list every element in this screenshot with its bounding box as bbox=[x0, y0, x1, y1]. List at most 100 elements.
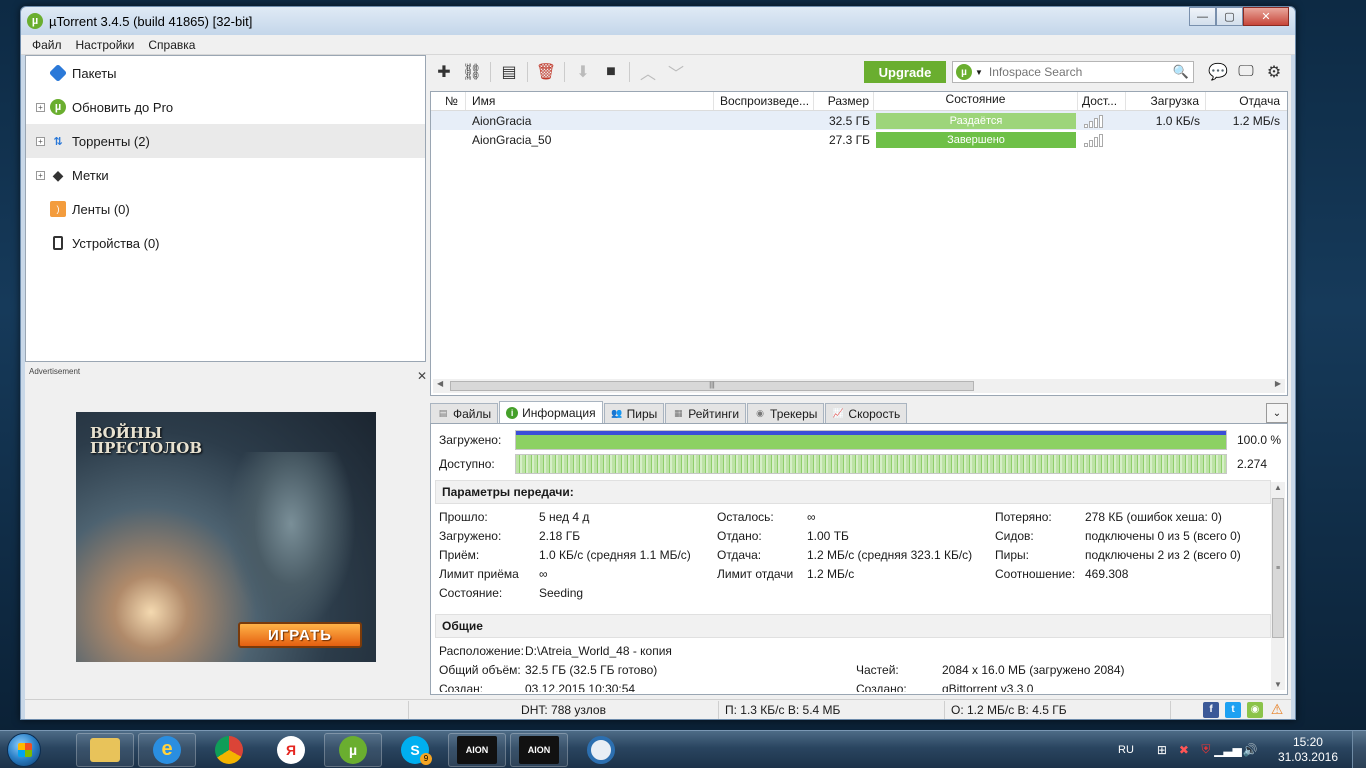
warning-icon[interactable]: ⚠ bbox=[1269, 701, 1285, 718]
horizontal-scrollbar[interactable]: ◀ ||| ▶ bbox=[433, 379, 1285, 393]
language-indicator[interactable]: RU bbox=[1118, 744, 1134, 756]
search-input[interactable] bbox=[988, 65, 1169, 79]
column-header-playback[interactable]: Воспроизведе... bbox=[714, 92, 814, 110]
scrollbar-thumb[interactable]: ≡ bbox=[1272, 498, 1284, 638]
taskbar-aion-1[interactable]: AION bbox=[448, 732, 506, 767]
downloaded-progress-bar bbox=[515, 430, 1227, 450]
move-down-icon[interactable]: ﹀ bbox=[662, 59, 690, 85]
utorrent-icon: µ bbox=[50, 99, 66, 115]
chevron-down-icon[interactable]: ▼ bbox=[975, 68, 983, 77]
column-header-availability[interactable]: Дост... bbox=[1078, 92, 1126, 110]
upload-status[interactable]: О: 1.2 МБ/с В: 4.5 ГБ bbox=[945, 700, 1171, 719]
column-header-state[interactable]: Состояние bbox=[874, 92, 1078, 110]
security-icon[interactable]: ⛨ bbox=[1198, 742, 1214, 758]
download-status[interactable]: П: 1.3 КБ/с В: 5.4 МБ bbox=[719, 700, 945, 719]
table-row[interactable]: AionGracia 32.5 ГБ Раздаётся 1.0 КБ/s 1.… bbox=[431, 111, 1287, 130]
taskbar-utorrent[interactable]: µ bbox=[324, 732, 382, 767]
add-link-icon[interactable]: ⛓ bbox=[458, 59, 486, 85]
title-bar[interactable]: µ µTorrent 3.4.5 (build 41865) [32-bit] … bbox=[21, 7, 1295, 35]
signal-bars-icon bbox=[1084, 114, 1126, 128]
collapse-panel-button[interactable]: ⌄ bbox=[1266, 403, 1288, 423]
taskbar-explorer[interactable] bbox=[76, 732, 134, 767]
column-header-name[interactable]: Имя bbox=[466, 92, 714, 110]
chat-icon[interactable]: 💬 bbox=[1204, 59, 1232, 85]
sidebar-item-torrents[interactable]: + ⇅ Торренты (2) bbox=[26, 124, 425, 158]
tab-peers[interactable]: 👥 Пиры bbox=[603, 403, 665, 423]
gear-icon[interactable]: ⚙ bbox=[1260, 59, 1288, 85]
remove-torrent-icon[interactable]: 🗑 bbox=[532, 59, 560, 85]
scroll-down-icon[interactable]: ▼ bbox=[1274, 680, 1282, 689]
expand-icon[interactable]: + bbox=[36, 170, 45, 180]
search-provider-icon[interactable]: µ bbox=[956, 64, 972, 80]
windows-flag-icon[interactable]: ⊞ bbox=[1154, 742, 1170, 758]
transfer-param-label: Пиры: bbox=[995, 548, 1029, 562]
android-icon[interactable]: ◉ bbox=[1247, 701, 1263, 718]
tab-speed[interactable]: 📈 Скорость bbox=[825, 403, 908, 423]
downloaded-percent: 100.0 % bbox=[1237, 433, 1282, 447]
transfer-param-value: подключены 0 из 5 (всего 0) bbox=[1085, 529, 1241, 543]
vertical-scrollbar[interactable]: ▲ ≡ ▼ bbox=[1271, 482, 1285, 690]
start-button[interactable] bbox=[0, 731, 48, 768]
sidebar-item-label: Обновить до Pro bbox=[72, 99, 174, 115]
start-download-icon[interactable]: ⬇ bbox=[569, 59, 597, 85]
taskbar-chrome[interactable] bbox=[200, 733, 258, 767]
clock[interactable]: 15:20 31.03.2016 bbox=[1278, 735, 1338, 765]
sidebar-item-labels[interactable]: + ◆ Метки bbox=[26, 158, 425, 192]
taskbar-yandex[interactable]: Я bbox=[262, 733, 320, 767]
taskbar-ie[interactable]: e bbox=[138, 732, 196, 767]
add-torrent-button[interactable]: ✚ bbox=[430, 59, 458, 85]
column-header-size[interactable]: Размер bbox=[814, 92, 874, 110]
sidebar-item-feeds[interactable]: ) Ленты (0) bbox=[26, 192, 425, 226]
maximize-button[interactable]: ▢ bbox=[1216, 7, 1243, 26]
tab-trackers[interactable]: ◉ Трекеры bbox=[747, 403, 825, 423]
menu-settings[interactable]: Настройки bbox=[69, 38, 142, 52]
move-up-icon[interactable]: ︿ bbox=[634, 59, 662, 85]
volume-icon[interactable]: 🔊 bbox=[1242, 742, 1258, 758]
network-error-icon[interactable]: ✖ bbox=[1176, 742, 1192, 758]
close-button[interactable]: ✕ bbox=[1243, 7, 1289, 26]
minimize-button[interactable]: — bbox=[1189, 7, 1216, 26]
expand-icon[interactable]: + bbox=[36, 102, 45, 112]
expand-icon[interactable]: + bbox=[36, 136, 45, 146]
ad-play-button[interactable]: ИГРАТЬ bbox=[238, 622, 362, 648]
column-header-download[interactable]: Загрузка bbox=[1126, 92, 1206, 110]
transfer-param-value: 1.2 МБ/с bbox=[807, 567, 855, 581]
tab-files[interactable]: ▤ Файлы bbox=[430, 403, 499, 423]
ad-close-button[interactable]: ✕ bbox=[417, 369, 427, 383]
scrollbar-thumb[interactable]: ||| bbox=[450, 381, 974, 391]
menu-file[interactable]: Файл bbox=[25, 38, 69, 52]
stop-icon[interactable]: ■ bbox=[597, 59, 625, 85]
create-torrent-icon[interactable]: ▤ bbox=[495, 59, 523, 85]
search-icon[interactable]: 🔍 bbox=[1173, 64, 1189, 80]
show-desktop-button[interactable] bbox=[1352, 730, 1366, 768]
upgrade-button[interactable]: Upgrade bbox=[864, 61, 946, 83]
downloaded-label: Загружено: bbox=[439, 433, 502, 447]
signal-icon[interactable]: ▁▃▅ bbox=[1214, 742, 1242, 758]
taskbar-aion-2[interactable]: AION bbox=[510, 732, 568, 767]
scroll-left-icon[interactable]: ◀ bbox=[437, 379, 443, 388]
tab-info[interactable]: i Информация bbox=[499, 401, 603, 423]
transfer-param-value: ∞ bbox=[807, 510, 816, 524]
twitter-icon[interactable]: t bbox=[1225, 701, 1241, 718]
advertisement-banner[interactable]: ВОЙНЫ ПРЕСТОЛОВ ИГРАТЬ bbox=[76, 412, 376, 662]
table-row[interactable]: AionGracia_50 27.3 ГБ Завершено bbox=[431, 130, 1287, 149]
sidebar-item-devices[interactable]: Устройства (0) bbox=[26, 226, 425, 260]
menu-help[interactable]: Справка bbox=[141, 38, 202, 52]
tab-ratings[interactable]: ▦ Рейтинги bbox=[665, 403, 747, 423]
sidebar-item-upgrade-pro[interactable]: + µ Обновить до Pro bbox=[26, 90, 425, 124]
ad-title: ВОЙНЫ ПРЕСТОЛОВ bbox=[90, 424, 203, 457]
ad-artwork bbox=[226, 452, 356, 632]
taskbar-skype[interactable]: S9 bbox=[386, 733, 444, 767]
chrome-icon bbox=[215, 735, 243, 764]
sidebar-item-bundles[interactable]: Пакеты bbox=[26, 56, 425, 90]
column-header-number[interactable]: № bbox=[431, 92, 466, 110]
column-header-upload[interactable]: Отдача bbox=[1206, 92, 1286, 110]
monitor-icon[interactable]: 🖵 bbox=[1232, 59, 1260, 85]
scroll-up-icon[interactable]: ▲ bbox=[1274, 483, 1282, 492]
scroll-right-icon[interactable]: ▶ bbox=[1275, 379, 1281, 388]
facebook-icon[interactable]: f bbox=[1203, 701, 1219, 718]
dht-status[interactable]: DHT: 788 узлов bbox=[409, 700, 719, 719]
availability-row: Доступно: 2.274 bbox=[439, 454, 1267, 474]
taskbar-app[interactable] bbox=[572, 733, 630, 767]
torrent-list: № Имя Воспроизведе... Размер Состояние Д… bbox=[430, 91, 1288, 396]
